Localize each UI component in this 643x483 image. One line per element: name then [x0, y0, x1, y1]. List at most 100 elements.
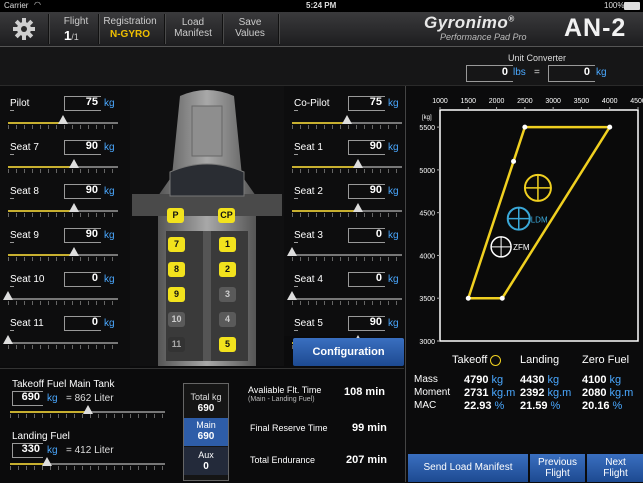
seat-marker-1[interactable]: 1: [219, 237, 236, 252]
registration-value[interactable]: N-GYRO: [100, 29, 160, 40]
seat-marker-5[interactable]: 5: [219, 337, 236, 352]
y-tick-label: 4000: [419, 253, 435, 260]
landing-fuel-value: 330: [21, 443, 40, 455]
seat-marker-p[interactable]: P: [167, 208, 184, 223]
registration-label: Registration: [103, 16, 157, 27]
seat-slider-seat-7[interactable]: [8, 166, 118, 168]
seat-label-seat-10: Seat 10: [10, 274, 45, 285]
previous-flight-button[interactable]: Previous Flight: [530, 454, 585, 482]
seat-slider-seat-3[interactable]: [292, 254, 402, 256]
result-value: 22.93: [464, 400, 492, 412]
seat-marker-9[interactable]: 9: [168, 287, 185, 302]
status-bar: Carrier ◠ 5:24 PM 100%: [0, 0, 643, 12]
seat-marker-7[interactable]: 7: [168, 237, 185, 252]
result-unit: kg.m: [609, 387, 634, 399]
seat-unit-seat-8: kg: [104, 186, 115, 197]
x-tick-label: 3500: [574, 98, 590, 105]
seat-marker-3[interactable]: 3: [219, 287, 236, 302]
seat-min-mark: [294, 330, 298, 331]
seat-slider-seat-11[interactable]: [8, 342, 118, 344]
seat-min-mark: [10, 242, 14, 243]
send-load-manifest-button[interactable]: Send Load Manifest: [408, 454, 528, 482]
seat-slider-seat-1[interactable]: [292, 166, 402, 168]
seat-marker-10[interactable]: 10: [168, 312, 185, 327]
takeoff-fuel-label: Takeoff Fuel Main Tank: [12, 379, 115, 390]
seat-value-seat-7: 90: [85, 140, 98, 152]
seat-slider-thumb[interactable]: [3, 291, 13, 300]
seat-slider-thumb[interactable]: [3, 335, 13, 344]
seat-marker-4[interactable]: 4: [219, 312, 236, 327]
seat-min-mark: [10, 286, 14, 287]
seat-marker-cp[interactable]: CP: [218, 208, 235, 223]
y-tick-label: 5500: [419, 125, 435, 132]
final-reserve-value: 99 min: [352, 422, 387, 434]
total-kg-label: Total kg: [190, 392, 222, 402]
seat-marker-8[interactable]: 8: [168, 262, 185, 277]
results-table: Takeoff Landing Zero Fuel Mass 4790 kg 4430 kg 4…: [406, 350, 643, 448]
result-unit: %: [550, 400, 561, 412]
seat-slider-thumb[interactable]: [287, 291, 297, 300]
load-manifest-button[interactable]: Load Manifest: [166, 17, 220, 39]
result-unit: %: [494, 400, 505, 412]
seat-slider-thumb[interactable]: [287, 247, 297, 256]
seat-slider-thumb[interactable]: [353, 203, 363, 212]
seat-slider-thumb[interactable]: [353, 159, 363, 168]
total-endurance-value: 207 min: [346, 454, 387, 466]
seat-slider-thumb[interactable]: [69, 159, 79, 168]
save-values-button[interactable]: Save Values: [224, 17, 276, 39]
landing-fuel-slider[interactable]: [10, 463, 165, 465]
result-value: 4430: [520, 374, 545, 386]
seat-marker-11[interactable]: 11: [168, 337, 185, 352]
seat-slider-seat-2[interactable]: [292, 210, 402, 212]
gear-icon[interactable]: [12, 17, 36, 41]
total-kg-value: 690: [197, 403, 215, 414]
seat-min-mark: [10, 198, 14, 199]
seat-slider-thumb[interactable]: [69, 247, 79, 256]
y-unit-label: [kg]: [422, 115, 432, 121]
result-cell: 2392 kg.m: [520, 387, 571, 399]
seat-unit-seat-3: kg: [388, 230, 399, 241]
zfm-label: ZFM: [513, 243, 530, 252]
aux-tank-box: Aux 0: [184, 447, 228, 475]
landing-fuel-slider-thumb[interactable]: [42, 457, 53, 466]
landing-fuel-liters: = 412 Liter: [66, 445, 114, 456]
clock: 5:24 PM: [306, 1, 337, 10]
seat-label-pilot: Pilot: [10, 98, 30, 109]
next-flight-button[interactable]: Next Flight: [587, 454, 643, 482]
seat-min-mark: [10, 110, 14, 111]
result-value: 4790: [464, 374, 489, 386]
cg-envelope-chart: 1000 1500 2000 2500 3000 3500 4000 4500 5500 5000…: [419, 98, 643, 346]
seat-label-seat-5: Seat 5: [294, 318, 323, 329]
result-row-label-mac: MAC: [414, 400, 437, 411]
result-cell: 4790 kg: [464, 374, 503, 386]
seat-slider-seat-10[interactable]: [8, 298, 118, 300]
envelope-vertex: [511, 158, 517, 164]
seat-slider-thumb[interactable]: [58, 115, 68, 124]
seat-slider-seat-9[interactable]: [8, 254, 118, 256]
seat-label-seat-7: Seat 7: [10, 142, 39, 153]
unit-converter: Unit Converter 0 lbs = 0 kg: [0, 47, 643, 86]
result-cell: 4100 kg: [582, 374, 621, 386]
configuration-button[interactable]: Configuration: [293, 338, 404, 366]
result-cell: 2080 kg.m: [582, 387, 633, 399]
lbs-unit: lbs: [513, 67, 526, 78]
toolbar: Flight 1/1 Registration N-GYRO Load Mani…: [0, 12, 643, 47]
result-row-label-mass: Mass: [414, 374, 438, 385]
result-unit: kg: [609, 374, 622, 386]
seat-slider-thumb[interactable]: [342, 115, 352, 124]
x-tick-label: 2500: [517, 98, 533, 105]
seat-slider-thumb[interactable]: [69, 203, 79, 212]
seat-unit-seat-9: kg: [104, 230, 115, 241]
flight-selector[interactable]: 1/1: [64, 28, 79, 43]
takeoff-fuel-slider-thumb[interactable]: [82, 405, 93, 414]
result-unit: kg.m: [547, 387, 572, 399]
seat-min-mark: [294, 286, 298, 287]
seat-slider-seat-4[interactable]: [292, 298, 402, 300]
available-time-label: Avaliable Flt. Time: [248, 385, 322, 395]
aircraft-cabin: P CP 7 8 9 10 11 1 2 3 4 5: [130, 86, 284, 366]
seat-marker-2[interactable]: 2: [219, 262, 236, 277]
seat-min-mark: [294, 198, 298, 199]
seat-slider-seat-8[interactable]: [8, 210, 118, 212]
seat-label-seat-8: Seat 8: [10, 186, 39, 197]
result-value: 4100: [582, 374, 607, 386]
